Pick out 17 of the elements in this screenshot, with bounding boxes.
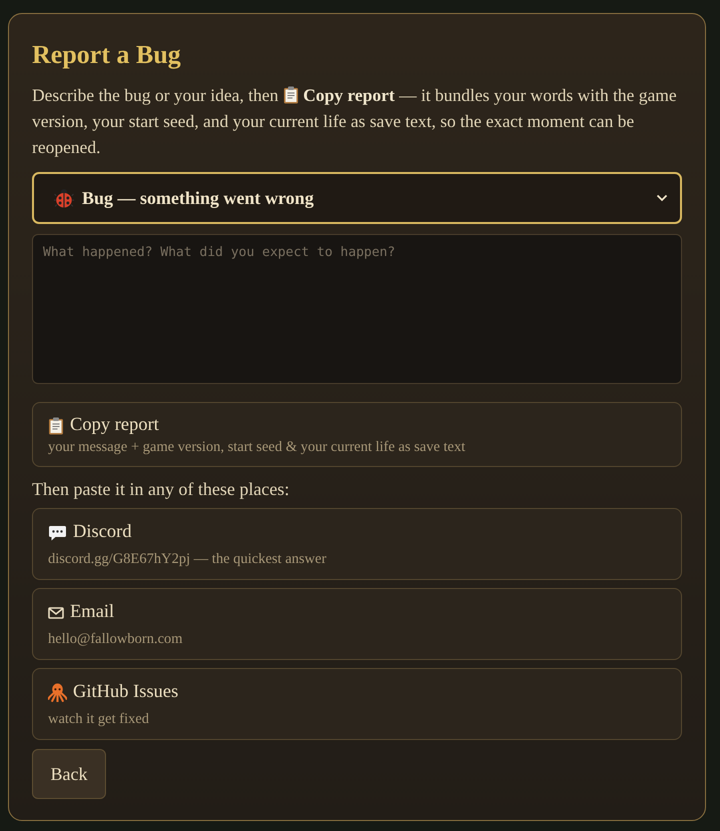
speech-bubble-icon	[48, 524, 67, 540]
category-select[interactable]: Bug — something went wrong	[32, 172, 682, 224]
clipboard-icon	[282, 86, 299, 104]
place-link[interactable]: Email hello@fallowborn.com	[32, 588, 682, 660]
octopus-icon	[48, 683, 67, 702]
back-button[interactable]: Back	[32, 749, 106, 799]
chevron-down-icon	[656, 194, 668, 202]
places-heading: Then paste it in any of these places:	[32, 479, 290, 500]
place-link[interactable]: GitHub Issues watch it get fixed	[32, 668, 682, 740]
dialog-title: Report a Bug	[32, 40, 182, 70]
ladybug-icon	[54, 188, 74, 208]
place-link[interactable]: Discord discord.gg/G8E67hY2pj — the quickest answer	[32, 508, 682, 580]
envelope-icon	[48, 606, 64, 618]
copy-report-button[interactable]: Copy report your message + game version, start seed & your current life as save text	[32, 402, 682, 467]
clipboard-icon	[48, 416, 64, 434]
message-field[interactable]: What happened? What did you expect to happen?	[32, 234, 682, 384]
intro-paragraph: Describe the bug or your idea, then Copy report — it bundles your words with the game version, your start seed, and your current life as save text, so the exact moment can be reopened.	[32, 84, 678, 159]
